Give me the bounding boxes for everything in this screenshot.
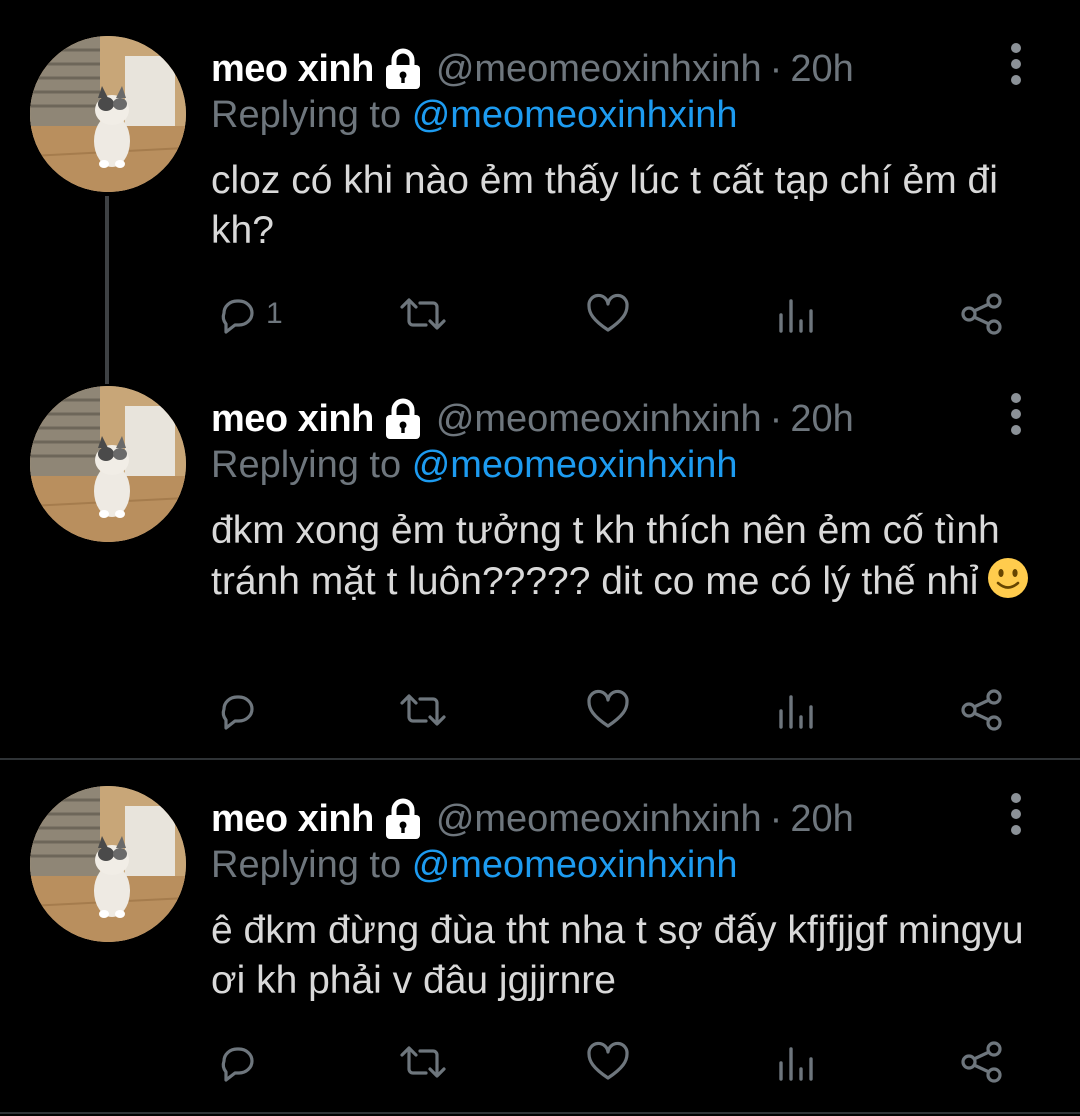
share-icon xyxy=(960,291,1006,337)
analytics-icon xyxy=(777,1039,817,1085)
user-handle[interactable]: @meomeoxinhxinh xyxy=(436,798,762,841)
timestamp[interactable]: 20h xyxy=(790,798,853,841)
retweet-icon xyxy=(398,687,448,733)
reply-icon xyxy=(214,1039,260,1085)
replying-to-handle[interactable]: @meomeoxinhxinh xyxy=(412,444,738,486)
lock-icon xyxy=(384,48,422,90)
retweet-button[interactable] xyxy=(398,680,448,740)
replying-to: Replying to @meomeoxinhxinh xyxy=(211,844,738,887)
replying-to-label: Replying to xyxy=(211,94,402,136)
tweet-header: meo xinh @meomeoxinhxinh · 20h xyxy=(211,794,854,844)
slightly-smiling-face-emoji xyxy=(986,556,1030,600)
tweet-text: cloz có khi nào ẻm thấy lúc t cất tạp ch… xyxy=(211,159,998,252)
reply-icon xyxy=(214,687,260,733)
like-button[interactable] xyxy=(585,284,631,344)
retweet-button[interactable] xyxy=(398,1032,448,1092)
timestamp[interactable]: 20h xyxy=(790,398,853,441)
separator-dot: · xyxy=(769,47,783,90)
retweet-icon xyxy=(398,1039,448,1085)
analytics-button[interactable] xyxy=(777,284,817,344)
heart-icon xyxy=(585,1039,631,1085)
tweet-2[interactable]: meo xinh @meomeoxinhxinh · 20h Replying … xyxy=(0,350,1080,758)
replying-to-handle[interactable]: @meomeoxinhxinh xyxy=(412,94,738,136)
timestamp[interactable]: 20h xyxy=(790,48,853,91)
share-icon xyxy=(960,687,1006,733)
display-name[interactable]: meo xinh xyxy=(211,798,374,841)
lock-icon xyxy=(384,398,422,440)
like-button[interactable] xyxy=(585,1032,631,1092)
avatar[interactable] xyxy=(30,36,186,192)
tweet-actions xyxy=(0,1032,1080,1092)
reply-icon xyxy=(214,291,260,337)
analytics-icon xyxy=(777,687,817,733)
like-button[interactable] xyxy=(585,680,631,740)
tweet-3[interactable]: meo xinh @meomeoxinhxinh · 20h Replying … xyxy=(0,750,1080,1110)
analytics-button[interactable] xyxy=(777,1032,817,1092)
tweet-divider xyxy=(0,1112,1080,1114)
tweet-text-content: đkm xong ẻm tưởng t kh thích nên ẻm cố t… xyxy=(211,509,1000,603)
more-vertical-icon[interactable] xyxy=(1002,40,1030,88)
user-handle[interactable]: @meomeoxinhxinh xyxy=(436,48,762,91)
user-handle[interactable]: @meomeoxinhxinh xyxy=(436,398,762,441)
tweet-header: meo xinh @meomeoxinhxinh · 20h xyxy=(211,394,854,444)
share-button[interactable] xyxy=(960,680,1006,740)
retweet-button[interactable] xyxy=(398,284,448,344)
analytics-button[interactable] xyxy=(777,680,817,740)
display-name[interactable]: meo xinh xyxy=(211,398,374,441)
tweet-1[interactable]: meo xinh @meomeoxinhxinh · 20h Replying … xyxy=(0,0,1080,380)
tweet-text: ê đkm đừng đùa tht nha t sợ đấy kfjfjjgf… xyxy=(211,909,1024,1002)
tweet-actions xyxy=(0,680,1080,740)
retweet-icon xyxy=(398,291,448,337)
heart-icon xyxy=(585,291,631,337)
display-name[interactable]: meo xinh xyxy=(211,48,374,91)
more-vertical-icon[interactable] xyxy=(1002,790,1030,838)
analytics-icon xyxy=(777,291,817,337)
reply-button[interactable]: 1 xyxy=(214,284,283,344)
separator-dot: · xyxy=(769,797,783,840)
reply-button[interactable] xyxy=(214,1032,266,1092)
avatar[interactable] xyxy=(30,786,186,942)
tweet-header: meo xinh @meomeoxinhxinh · 20h xyxy=(211,44,854,94)
reply-count: 1 xyxy=(266,297,283,330)
more-vertical-icon[interactable] xyxy=(1002,390,1030,438)
replying-to-label: Replying to xyxy=(211,844,402,886)
replying-to: Replying to @meomeoxinhxinh xyxy=(211,94,738,137)
reply-button[interactable] xyxy=(214,680,266,740)
replying-to-handle[interactable]: @meomeoxinhxinh xyxy=(412,844,738,886)
share-button[interactable] xyxy=(960,284,1006,344)
replying-to-label: Replying to xyxy=(211,444,402,486)
share-icon xyxy=(960,1039,1006,1085)
tweet-actions: 1 xyxy=(0,284,1080,344)
separator-dot: · xyxy=(769,397,783,440)
avatar[interactable] xyxy=(30,386,186,542)
tweet-text: đkm xong ẻm tưởng t kh thích nên ẻm cố t… xyxy=(211,506,1051,607)
share-button[interactable] xyxy=(960,1032,1006,1092)
heart-icon xyxy=(585,687,631,733)
replying-to: Replying to @meomeoxinhxinh xyxy=(211,444,738,487)
lock-icon xyxy=(384,798,422,840)
